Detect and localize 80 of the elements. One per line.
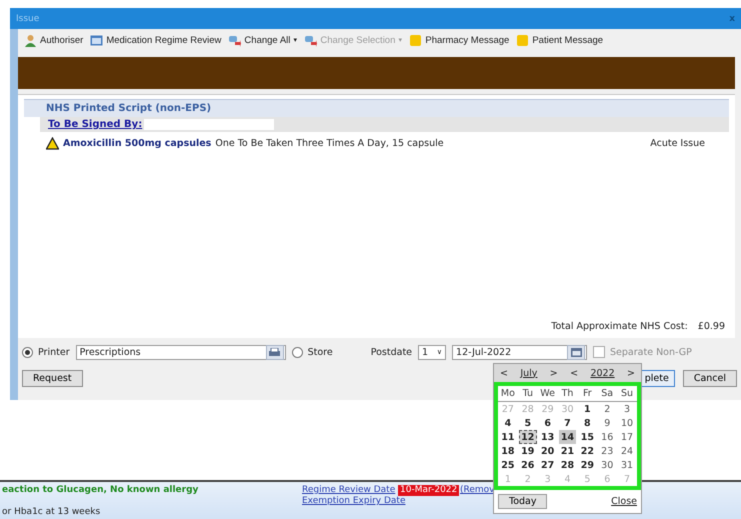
note-icon bbox=[516, 34, 530, 46]
store-radio[interactable]: Store bbox=[292, 346, 333, 358]
window-title: Issue bbox=[16, 14, 40, 24]
toolbar-button[interactable]: Authoriser bbox=[24, 34, 84, 46]
prev-year-button[interactable]: < bbox=[570, 368, 578, 378]
calendar-day[interactable]: 17 bbox=[618, 430, 636, 444]
calendar-day[interactable]: 10 bbox=[618, 416, 636, 430]
calendar-day[interactable]: 20 bbox=[538, 444, 557, 458]
signed-by-label: To Be Signed By: bbox=[48, 119, 142, 130]
calendar-day[interactable]: 29 bbox=[578, 458, 596, 472]
toolbar-button[interactable]: Pharmacy Message bbox=[409, 34, 510, 46]
pill-arrow-icon bbox=[304, 34, 318, 46]
calendar-day[interactable]: 2 bbox=[598, 402, 616, 416]
total-value: £0.99 bbox=[698, 321, 725, 332]
calendar-day[interactable]: 14 bbox=[558, 430, 576, 444]
calendar-day[interactable]: 21 bbox=[558, 444, 576, 458]
calendar-day[interactable]: 26 bbox=[518, 458, 537, 472]
calendar-day[interactable]: 4 bbox=[499, 416, 517, 430]
weekday-label: Th bbox=[560, 388, 574, 399]
calendar-day[interactable]: 6 bbox=[538, 416, 557, 430]
weekday-label: We bbox=[539, 388, 556, 399]
note-icon bbox=[409, 34, 422, 46]
next-year-button[interactable]: > bbox=[626, 368, 635, 378]
prev-month-button[interactable]: < bbox=[500, 368, 508, 378]
calendar-day[interactable]: 15 bbox=[578, 430, 596, 444]
issue-type: Acute Issue bbox=[650, 138, 705, 149]
calendar-day[interactable]: 24 bbox=[618, 444, 636, 458]
printer-field[interactable]: Prescriptions bbox=[76, 344, 286, 360]
note-text: or Hba1c at 13 weeks bbox=[2, 507, 100, 518]
calendar-day[interactable]: 31 bbox=[618, 458, 636, 472]
weekday-label: Fr bbox=[582, 388, 593, 399]
weekday-label: Tu bbox=[522, 388, 534, 399]
exemption-link[interactable]: Exemption Expiry Date bbox=[302, 496, 406, 507]
month-link[interactable]: July bbox=[520, 368, 538, 378]
calendar-day[interactable]: 1 bbox=[578, 402, 596, 416]
dosage-text: One To Be Taken Three Times A Day, 15 capsule bbox=[215, 138, 444, 149]
next-month-button[interactable]: > bbox=[550, 368, 558, 378]
calendar-day[interactable]: 12 bbox=[518, 430, 537, 444]
calendar-icon bbox=[90, 34, 104, 46]
close-link[interactable]: Close bbox=[611, 496, 637, 507]
toolbar-button[interactable]: Patient Message bbox=[516, 34, 604, 46]
calendar-day[interactable]: 18 bbox=[499, 444, 517, 458]
calendar-day[interactable]: 19 bbox=[518, 444, 537, 458]
weekday-label: Sa bbox=[600, 388, 614, 399]
calendar-day[interactable]: 23 bbox=[598, 444, 616, 458]
review-date-badge: 10-Mar-2022 bbox=[398, 485, 460, 496]
calendar-icon bbox=[570, 348, 582, 356]
person-icon bbox=[24, 34, 37, 46]
weekday-label: Mo bbox=[500, 388, 516, 399]
weekday-label: Su bbox=[620, 388, 634, 399]
postdate-label: Postdate bbox=[370, 346, 412, 358]
calendar-day[interactable]: 11 bbox=[499, 430, 517, 444]
warning-icon bbox=[46, 137, 59, 150]
pill-arrow-icon bbox=[228, 34, 242, 46]
allergy-text: eaction to Glucagen, No known allergy bbox=[2, 485, 198, 496]
calendar-day[interactable]: 22 bbox=[578, 444, 596, 458]
calendar-day[interactable]: 28 bbox=[558, 458, 576, 472]
calendar-day[interactable]: 30 bbox=[598, 458, 616, 472]
regime-review-link[interactable]: Regime Review Date bbox=[302, 485, 396, 496]
calendar-day[interactable]: 5 bbox=[518, 416, 537, 430]
drug-name: Amoxicillin 500mg capsules bbox=[63, 138, 212, 149]
year-link[interactable]: 2022 bbox=[590, 368, 615, 378]
request-button[interactable]: Request bbox=[22, 370, 83, 387]
date-field[interactable]: 12-Jul-2022 bbox=[452, 344, 588, 360]
calendar-day[interactable]: 3 bbox=[618, 402, 636, 416]
calendar-day[interactable]: 16 bbox=[598, 430, 616, 444]
calendar-day[interactable]: 13 bbox=[538, 430, 557, 444]
today-button[interactable]: Today bbox=[498, 494, 548, 509]
calendar-day[interactable]: 27 bbox=[538, 458, 557, 472]
calendar-day[interactable]: 7 bbox=[558, 416, 576, 430]
cancel-button[interactable]: Cancel bbox=[682, 370, 737, 387]
total-label: Total Approximate NHS Cost: bbox=[551, 321, 688, 332]
printer-radio[interactable]: Printer bbox=[22, 346, 70, 358]
toolbar-button[interactable]: Medication Regime Review bbox=[90, 34, 222, 46]
calendar-day[interactable]: 9 bbox=[598, 416, 616, 430]
printer-icon bbox=[269, 348, 280, 356]
section-heading: NHS Printed Script (non-EPS) bbox=[24, 99, 729, 117]
calendar-day[interactable]: 8 bbox=[578, 416, 596, 430]
calendar-day[interactable]: 25 bbox=[499, 458, 517, 472]
remove-link[interactable]: (Remov bbox=[460, 485, 494, 496]
